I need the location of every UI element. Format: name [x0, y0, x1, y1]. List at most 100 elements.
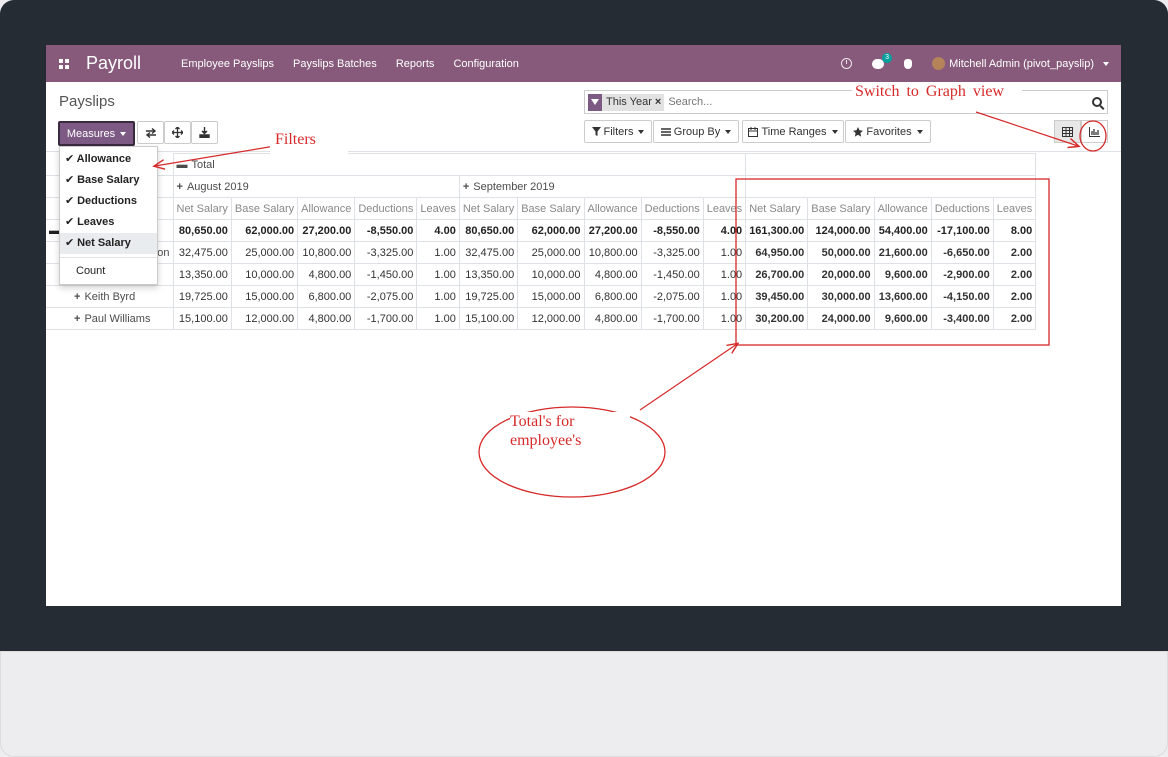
total-cell[interactable]: 161,300.00: [745, 219, 809, 242]
total-cell[interactable]: 27,200.00: [583, 219, 642, 242]
flip-axis-button[interactable]: [137, 121, 164, 144]
data-cell[interactable]: 2.00: [992, 307, 1037, 330]
data-cell[interactable]: 4,800.00: [583, 263, 642, 286]
data-cell[interactable]: 4,800.00: [297, 307, 356, 330]
menu-reports[interactable]: Reports: [396, 58, 435, 70]
data-cell[interactable]: 25,000.00: [230, 241, 299, 264]
measure-option-leaves[interactable]: ✔ Leaves: [60, 212, 157, 233]
data-cell[interactable]: 13,600.00: [873, 285, 932, 308]
data-cell[interactable]: 9,600.00: [873, 263, 932, 286]
data-cell[interactable]: -1,700.00: [354, 307, 418, 330]
data-cell[interactable]: -3,400.00: [930, 307, 994, 330]
total-cell[interactable]: 124,000.00: [807, 219, 875, 242]
data-cell[interactable]: 1.00: [416, 285, 460, 308]
measure-header-cell[interactable]: Allowance: [583, 197, 642, 220]
total-cell[interactable]: -8,550.00: [354, 219, 418, 242]
facet-remove-icon[interactable]: ×: [655, 96, 664, 108]
data-cell[interactable]: 2.00: [992, 241, 1037, 264]
data-cell[interactable]: 13,350.00: [172, 263, 232, 286]
data-cell[interactable]: 12,000.00: [230, 307, 299, 330]
data-cell[interactable]: 19,725.00: [458, 285, 519, 308]
filters-button[interactable]: Filters: [584, 120, 652, 143]
data-cell[interactable]: 10,800.00: [583, 241, 642, 264]
measures-button[interactable]: Measures: [58, 121, 135, 146]
data-cell[interactable]: -1,450.00: [354, 263, 418, 286]
data-cell[interactable]: 2.00: [992, 285, 1037, 308]
measure-option-allowance[interactable]: ✔ Allowance: [60, 149, 157, 170]
data-cell[interactable]: 1.00: [702, 307, 747, 330]
data-cell[interactable]: 39,450.00: [745, 285, 809, 308]
data-cell[interactable]: -1,450.00: [640, 263, 704, 286]
measure-header-cell[interactable]: Deductions: [930, 197, 994, 220]
data-cell[interactable]: 15,100.00: [458, 307, 519, 330]
data-cell[interactable]: 32,475.00: [458, 241, 519, 264]
measure-option-net-salary[interactable]: ✔ Net Salary: [60, 233, 157, 254]
data-cell[interactable]: 6,800.00: [583, 285, 642, 308]
measure-header-cell[interactable]: Base Salary: [807, 197, 875, 220]
search-facet[interactable]: This Year ×: [588, 93, 665, 111]
row-header[interactable]: + Keith Byrd: [46, 285, 174, 308]
data-cell[interactable]: 4,800.00: [583, 307, 642, 330]
header-month-sep[interactable]: + September 2019: [458, 175, 747, 198]
measure-header-cell[interactable]: Base Salary: [230, 197, 299, 220]
total-cell[interactable]: 62,000.00: [230, 219, 299, 242]
menu-payslips-batches[interactable]: Payslips Batches: [293, 58, 377, 70]
time-ranges-button[interactable]: Time Ranges: [742, 120, 844, 143]
data-cell[interactable]: 21,600.00: [873, 241, 932, 264]
total-cell[interactable]: 80,650.00: [458, 219, 519, 242]
data-cell[interactable]: 1.00: [702, 263, 747, 286]
data-cell[interactable]: 30,000.00: [807, 285, 875, 308]
data-cell[interactable]: 15,000.00: [230, 285, 299, 308]
total-cell[interactable]: 4.00: [702, 219, 747, 242]
measure-header-cell[interactable]: Base Salary: [517, 197, 585, 220]
group-by-button[interactable]: Group By: [653, 120, 739, 143]
debug-bug-icon[interactable]: [904, 58, 913, 69]
data-cell[interactable]: 15,100.00: [172, 307, 232, 330]
data-cell[interactable]: 32,475.00: [172, 241, 232, 264]
measure-header-cell[interactable]: Deductions: [640, 197, 704, 220]
total-cell[interactable]: 54,400.00: [873, 219, 932, 242]
total-cell[interactable]: 8.00: [992, 219, 1037, 242]
total-cell[interactable]: 4.00: [416, 219, 460, 242]
row-header[interactable]: + Paul Williams: [46, 307, 174, 330]
measure-header-cell[interactable]: Allowance: [873, 197, 932, 220]
pivot-view-button[interactable]: [1054, 120, 1081, 143]
measure-header-cell[interactable]: Leaves: [416, 197, 460, 220]
data-cell[interactable]: -1,700.00: [640, 307, 704, 330]
data-cell[interactable]: 10,000.00: [230, 263, 299, 286]
data-cell[interactable]: 1.00: [702, 241, 747, 264]
data-cell[interactable]: -3,325.00: [640, 241, 704, 264]
data-cell[interactable]: -6,650.00: [930, 241, 994, 264]
measure-header-cell[interactable]: Net Salary: [172, 197, 232, 220]
data-cell[interactable]: 24,000.00: [807, 307, 875, 330]
measure-header-cell[interactable]: Leaves: [992, 197, 1037, 220]
measure-option-base-salary[interactable]: ✔ Base Salary: [60, 170, 157, 191]
data-cell[interactable]: 4,800.00: [297, 263, 356, 286]
download-button[interactable]: [191, 121, 218, 144]
total-cell[interactable]: 27,200.00: [297, 219, 356, 242]
measure-header-cell[interactable]: Deductions: [354, 197, 418, 220]
activity-clock-icon[interactable]: [841, 58, 853, 69]
favorites-button[interactable]: Favorites: [845, 120, 931, 143]
data-cell[interactable]: -4,150.00: [930, 285, 994, 308]
data-cell[interactable]: 50,000.00: [807, 241, 875, 264]
measure-header-cell[interactable]: Net Salary: [458, 197, 519, 220]
user-menu[interactable]: Mitchell Admin (pivot_payslip): [932, 57, 1109, 70]
data-cell[interactable]: 64,950.00: [745, 241, 809, 264]
data-cell[interactable]: 6,800.00: [297, 285, 356, 308]
graph-view-button[interactable]: [1081, 120, 1108, 143]
menu-configuration[interactable]: Configuration: [453, 58, 518, 70]
data-cell[interactable]: 30,200.00: [745, 307, 809, 330]
search-icon[interactable]: [1092, 97, 1102, 107]
total-cell[interactable]: -17,100.00: [930, 219, 994, 242]
data-cell[interactable]: 12,000.00: [517, 307, 585, 330]
measure-option-deductions[interactable]: ✔ Deductions: [60, 191, 157, 212]
menu-employee-payslips[interactable]: Employee Payslips: [181, 58, 274, 70]
data-cell[interactable]: 1.00: [702, 285, 747, 308]
data-cell[interactable]: 1.00: [416, 263, 460, 286]
data-cell[interactable]: 1.00: [416, 307, 460, 330]
measure-option-count[interactable]: Count: [60, 261, 157, 282]
data-cell[interactable]: 2.00: [992, 263, 1037, 286]
data-cell[interactable]: 10,800.00: [297, 241, 356, 264]
data-cell[interactable]: 9,600.00: [873, 307, 932, 330]
